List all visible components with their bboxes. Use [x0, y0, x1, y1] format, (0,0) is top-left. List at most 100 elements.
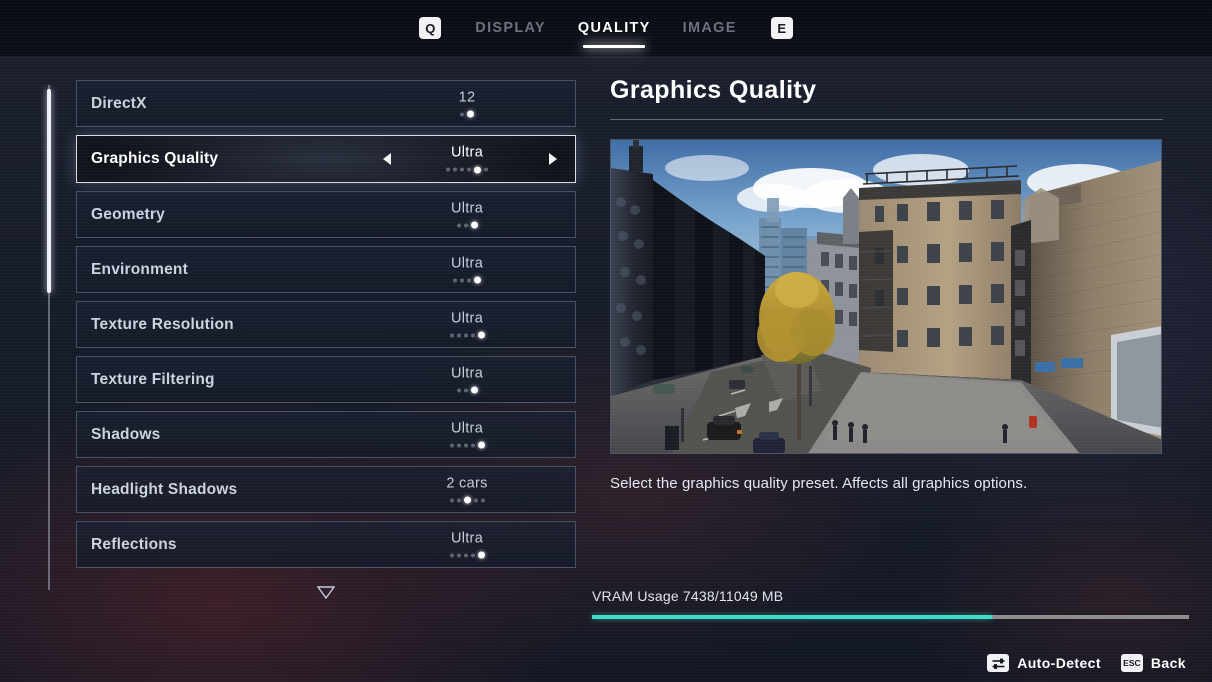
step-dot: [477, 441, 485, 449]
settings-list: DirectX 12 Graphics Quality Ultra Geometry Ul…: [47, 80, 578, 615]
tab-display[interactable]: DISPLAY: [459, 11, 562, 45]
preview-scene-illustration: burgers: [611, 140, 1161, 453]
settings-row-texture-filtering[interactable]: Texture Filtering Ultra: [76, 356, 576, 403]
step-dot: [460, 112, 464, 116]
step-dot: [449, 443, 454, 447]
step-dot: [480, 498, 485, 502]
step-dot: [463, 553, 468, 557]
step-dot: [449, 333, 454, 337]
footer-actions: Auto-Detect ESC Back: [987, 654, 1186, 672]
settings-row-environment[interactable]: Environment Ultra: [76, 246, 576, 293]
tab-quality-label: QUALITY: [577, 20, 651, 36]
settings-row-step-dots: [449, 496, 485, 504]
settings-row-value: 2 cars: [446, 475, 488, 491]
step-dot: [470, 221, 478, 229]
settings-row-value-group: Ultra: [392, 145, 542, 174]
tab-quality[interactable]: QUALITY: [562, 11, 667, 48]
settings-row-value-group: Ultra: [392, 255, 542, 284]
tab-image-label: IMAGE: [682, 20, 737, 36]
settings-row-container: DirectX 12 Graphics Quality Ultra Geometry Ul…: [76, 80, 576, 576]
step-dot: [456, 223, 461, 227]
settings-row-step-dots: [449, 551, 485, 559]
settings-row-shadows[interactable]: Shadows Ultra: [76, 411, 576, 458]
settings-row-directx[interactable]: DirectX 12: [76, 80, 576, 127]
vram-progress-track: [592, 615, 1189, 619]
step-dot: [456, 388, 461, 392]
settings-row-value-group: Ultra: [392, 365, 542, 394]
settings-screen: Q DISPLAY QUALITY IMAGE E DirectX 12 Graph…: [0, 0, 1212, 682]
step-dot: [484, 167, 488, 172]
back-label: Back: [1150, 655, 1186, 671]
list-scrollbar-track[interactable]: [47, 85, 51, 590]
settings-row-value-group: 2 cars: [392, 475, 542, 504]
step-dot: [456, 443, 461, 447]
panel-title: Graphics Quality: [610, 76, 817, 104]
settings-row-texture-resolution[interactable]: Texture Resolution Ultra: [76, 301, 576, 348]
preview-image: burgers: [610, 139, 1162, 454]
active-tab-underline: [583, 45, 646, 48]
settings-row-value-group: Ultra: [392, 420, 542, 449]
step-dot: [463, 496, 471, 504]
settings-row-geometry[interactable]: Geometry Ultra: [76, 191, 576, 238]
settings-row-value-group: 12: [392, 89, 542, 118]
settings-row-graphics-quality[interactable]: Graphics Quality Ultra: [76, 135, 576, 183]
settings-row-value-group: Ultra: [392, 310, 542, 339]
step-dot: [477, 551, 485, 559]
settings-row-headlight-shadows[interactable]: Headlight Shadows 2 cars: [76, 466, 576, 513]
settings-row-step-dots: [456, 221, 478, 229]
step-dot: [470, 443, 475, 447]
chevron-down-icon: [317, 586, 335, 599]
detail-panel: Graphics Quality Select the graphics qua…: [610, 76, 1170, 492]
settings-row-value: Ultra: [450, 530, 484, 546]
step-dot: [463, 443, 468, 447]
tab-display-label: DISPLAY: [475, 20, 546, 36]
prev-tab-key-q[interactable]: Q: [419, 17, 442, 39]
settings-row-value: Ultra: [450, 420, 484, 436]
tab-image[interactable]: IMAGE: [667, 11, 753, 45]
settings-row-step-dots: [449, 441, 485, 449]
settings-row-value: Ultra: [450, 144, 484, 161]
settings-row-value-group: Ultra: [392, 530, 542, 559]
step-dot: [470, 333, 475, 337]
panel-description: Select the graphics quality preset. Affe…: [610, 475, 1028, 492]
settings-row-value: Ultra: [450, 255, 484, 271]
settings-row-value-group: Ultra: [392, 200, 542, 229]
list-scrollbar-thumb[interactable]: [47, 89, 51, 293]
vram-progress-fill: [592, 615, 992, 619]
esc-key-icon: ESC: [1120, 654, 1143, 672]
step-dot: [456, 498, 461, 502]
vram-usage-label: VRAM Usage 7438/11049 MB: [592, 588, 784, 604]
step-dot: [453, 167, 457, 172]
back-button[interactable]: ESC Back: [1120, 654, 1186, 672]
step-dot: [463, 223, 468, 227]
next-tab-key-e[interactable]: E: [770, 17, 793, 39]
settings-row-reflections[interactable]: Reflections Ultra: [76, 521, 576, 568]
increase-value-arrow-right-icon[interactable]: [549, 153, 557, 165]
step-dot: [449, 553, 454, 557]
vram-usage: VRAM Usage 7438/11049 MB: [592, 588, 1192, 619]
step-dot: [446, 167, 450, 172]
step-dot: [470, 553, 475, 557]
step-dot: [460, 278, 464, 282]
step-dot: [474, 276, 481, 284]
step-dot: [456, 333, 461, 337]
settings-row-step-dots: [446, 166, 488, 174]
step-dot: [470, 386, 478, 394]
step-dot: [474, 166, 481, 173]
step-dot: [463, 333, 468, 337]
step-dot: [467, 278, 471, 282]
step-dot: [477, 331, 485, 339]
step-dot: [463, 388, 468, 392]
settings-row-step-dots: [449, 331, 485, 339]
step-dot: [467, 110, 474, 118]
settings-row-value: Ultra: [450, 365, 484, 381]
scroll-more-indicator[interactable]: [76, 586, 576, 599]
step-dot: [453, 278, 457, 282]
auto-detect-label: Auto-Detect: [1017, 655, 1101, 671]
decrease-value-arrow-left-icon[interactable]: [383, 153, 391, 165]
sliders-icon: [987, 654, 1010, 672]
settings-row-step-dots: [460, 110, 474, 118]
auto-detect-button[interactable]: Auto-Detect: [987, 654, 1101, 672]
settings-row-step-dots: [456, 386, 478, 394]
step-dot: [456, 553, 461, 557]
